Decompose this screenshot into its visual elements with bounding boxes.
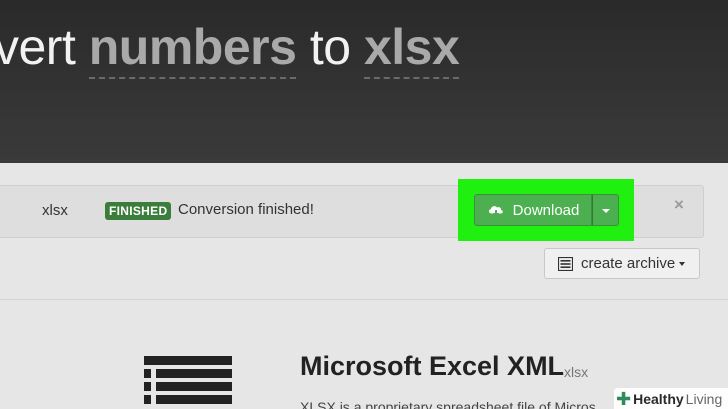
spreadsheet-icon <box>144 356 232 404</box>
status-badge: FINISHED <box>105 202 172 220</box>
source-format-link[interactable]: numbers <box>88 19 297 79</box>
download-button[interactable]: Download <box>474 194 592 226</box>
watermark-part1: Healthy <box>633 390 684 407</box>
create-archive-label: create archive <box>581 255 676 272</box>
cloud-download-icon <box>488 206 503 216</box>
close-icon[interactable]: × <box>674 195 684 215</box>
title-prefix: vert <box>0 19 76 75</box>
watermark-part2: Living <box>685 390 723 407</box>
status-text: Conversion finished! <box>178 201 314 218</box>
section-divider <box>0 299 728 300</box>
format-description: XLSX is a proprietary spreadsheet file o… <box>300 399 596 409</box>
plus-icon: ✚ <box>616 388 632 409</box>
format-extension: xlsx <box>564 364 589 380</box>
page-header: vert numbers to xlsx <box>0 0 728 163</box>
page-title: vert numbers to xlsx <box>0 18 460 79</box>
download-options-toggle[interactable] <box>592 194 619 226</box>
watermark: ✚ Healthy Living <box>614 388 728 409</box>
chevron-down-icon <box>679 261 686 266</box>
create-archive-button[interactable]: create archive <box>544 248 700 279</box>
format-title: Microsoft Excel XML <box>300 351 565 381</box>
file-extension: xlsx <box>42 202 68 219</box>
caret-down-icon <box>602 209 610 213</box>
download-label: Download <box>512 201 580 219</box>
title-connector: to <box>309 19 351 75</box>
target-format-link[interactable]: xlsx <box>363 19 460 79</box>
archive-icon <box>558 256 573 271</box>
